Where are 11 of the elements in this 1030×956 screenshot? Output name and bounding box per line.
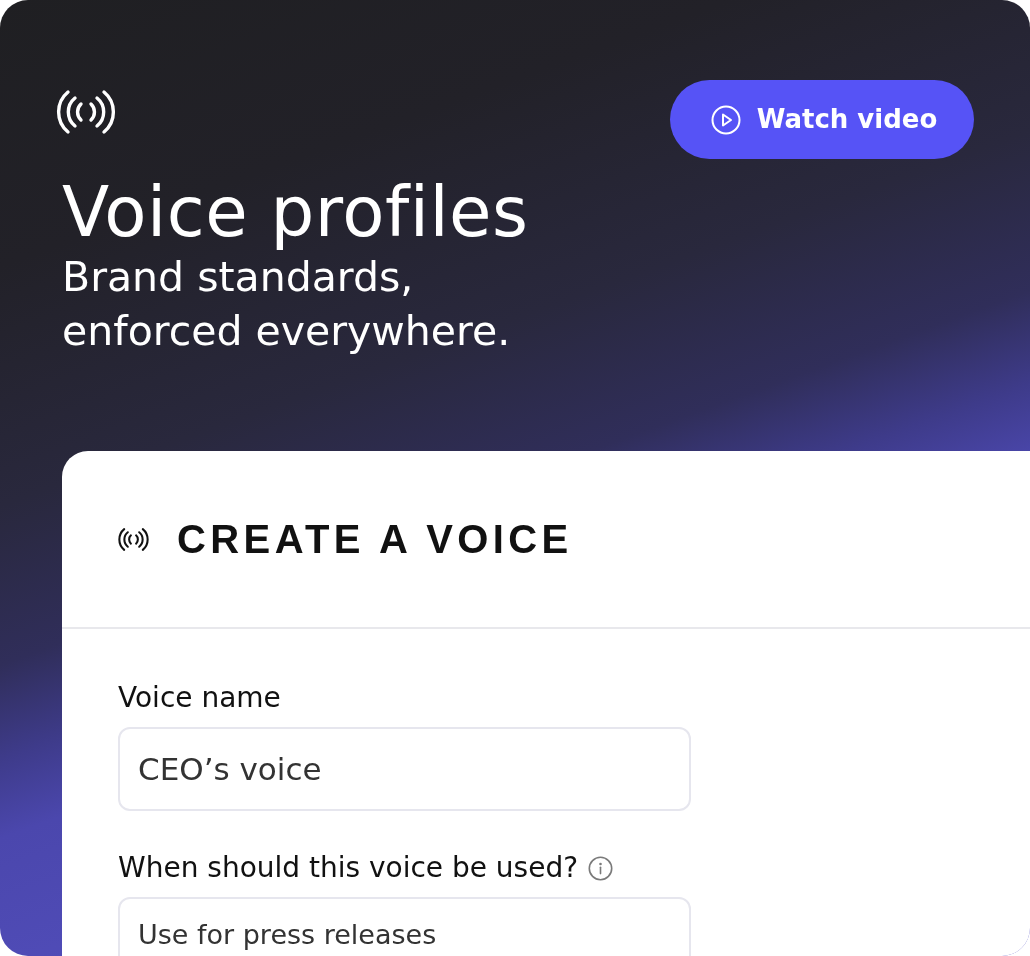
text-area[interactable]: Use for press releases	[118, 897, 691, 956]
field-label: When should this voice be used?	[118, 851, 579, 885]
page-subtitle: Brand standards, enforced everywhere.	[62, 252, 512, 357]
radio-waves-icon	[56, 88, 116, 136]
field-label: Voice name	[118, 681, 281, 715]
text-field[interactable]: CEO’s voice	[118, 727, 691, 811]
form-title: CREATE A VOICE	[177, 519, 573, 559]
radio-waves-icon	[118, 526, 149, 552]
page-title: Voice profiles	[62, 174, 530, 250]
watch-video-button[interactable]: Watch video	[670, 80, 974, 159]
play-icon	[710, 104, 741, 135]
